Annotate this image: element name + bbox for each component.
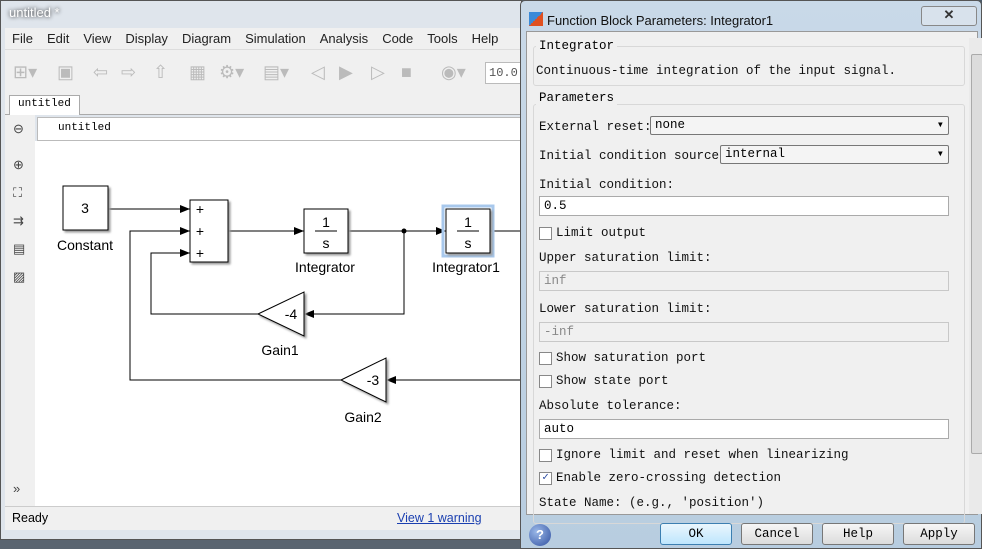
ic-source-label: Initial condition source: <box>539 149 727 163</box>
integrator1-label: Integrator1 <box>432 259 500 275</box>
show-state-checkbox[interactable] <box>539 375 552 388</box>
abstol-label: Absolute tolerance: <box>539 399 682 413</box>
show-state-label: Show state port <box>556 374 669 388</box>
status-bar: Ready View 1 warning <box>5 506 522 530</box>
dialog-title: Function Block Parameters: Integrator1 <box>547 13 774 28</box>
help-icon[interactable]: ? <box>529 524 551 546</box>
gain1-value: -4 <box>285 306 298 322</box>
integrator1-den: s <box>465 235 472 251</box>
integrator-den: s <box>323 235 330 251</box>
block-parameters-dialog: Function Block Parameters: Integrator1 ✕… <box>520 0 982 549</box>
integrator-num: 1 <box>322 214 330 230</box>
ic-source-select[interactable]: internal <box>720 145 949 164</box>
sum-sign: + <box>196 201 204 217</box>
ignore-limit-checkbox[interactable] <box>539 449 552 462</box>
branch-point <box>401 228 407 234</box>
sum-sign: + <box>196 245 204 261</box>
vertical-scrollbar[interactable] <box>969 38 982 514</box>
cancel-button[interactable]: Cancel <box>741 523 813 545</box>
block-diagram: 3 Constant + + + 1 s Integrator 1 s Inte… <box>57 185 522 425</box>
zero-crossing-checkbox[interactable]: ✓ <box>539 472 552 485</box>
group-title: Integrator <box>536 39 618 53</box>
upper-limit-input[interactable]: inf <box>539 271 949 291</box>
show-saturation-label: Show saturation port <box>556 351 707 365</box>
constant-label: Constant <box>57 237 113 253</box>
ignore-limit-label: Ignore limit and reset when linearizing <box>556 448 849 462</box>
ok-button[interactable]: OK <box>660 523 732 545</box>
limit-output-label: Limit output <box>556 226 647 240</box>
group-title: Parameters <box>536 91 618 105</box>
description: Continuous-time integration of the input… <box>536 64 897 78</box>
gain2-value: -3 <box>367 372 380 388</box>
warning-link[interactable]: View 1 warning <box>397 511 482 525</box>
upper-limit-label: Upper saturation limit: <box>539 251 712 265</box>
gain2-block[interactable] <box>339 357 387 403</box>
zero-crossing-label: Enable zero-crossing detection <box>556 471 782 485</box>
limit-output-checkbox[interactable] <box>539 227 552 240</box>
constant-value: 3 <box>81 200 89 216</box>
simulink-icon <box>529 12 543 26</box>
show-saturation-checkbox[interactable] <box>539 352 552 365</box>
abstol-input[interactable]: auto <box>539 419 949 439</box>
state-name-label: State Name: (e.g., 'position') <box>539 496 765 510</box>
dialog-body: Integrator Continuous-time integration o… <box>526 31 982 524</box>
gain1-label: Gain1 <box>261 342 299 358</box>
lower-limit-input[interactable]: -inf <box>539 322 949 342</box>
gain2-label: Gain2 <box>344 409 382 425</box>
initial-condition-input[interactable]: 0.5 <box>539 196 949 216</box>
sum-sign: + <box>196 223 204 239</box>
lower-limit-label: Lower saturation limit: <box>539 302 712 316</box>
status-text: Ready <box>12 511 49 525</box>
close-button[interactable]: ✕ <box>921 6 977 26</box>
initial-condition-label: Initial condition: <box>539 178 675 192</box>
integrator-label: Integrator <box>295 259 355 275</box>
scroll-thumb[interactable] <box>971 54 982 454</box>
help-button[interactable]: Help <box>822 523 894 545</box>
external-reset-select[interactable]: none <box>650 116 949 135</box>
external-reset-label: External reset: <box>539 120 652 134</box>
integrator1-num: 1 <box>464 214 472 230</box>
apply-button[interactable]: Apply <box>903 523 975 545</box>
